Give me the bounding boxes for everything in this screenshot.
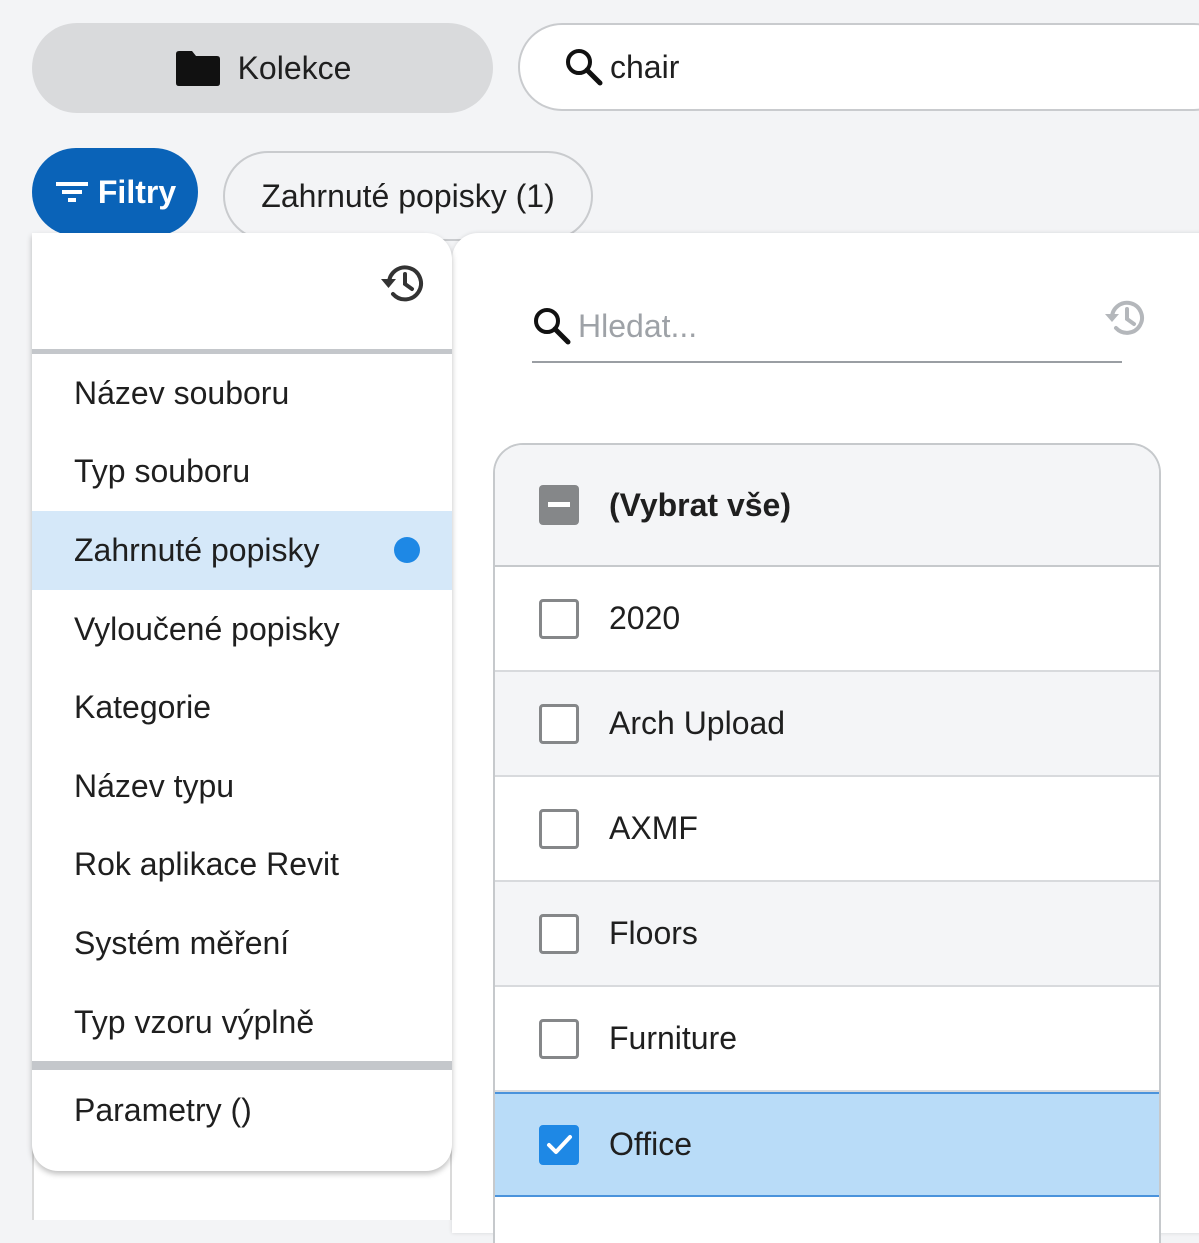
option-label: Arch Upload bbox=[609, 705, 786, 741]
collection-label: Kolekce bbox=[237, 49, 352, 86]
folder-icon bbox=[175, 51, 220, 86]
chip-label: Zahrnuté popisky (1) bbox=[261, 177, 555, 214]
category-label: Název typu bbox=[74, 767, 235, 804]
history-icon[interactable] bbox=[378, 259, 430, 307]
option-label: Furniture bbox=[609, 1020, 738, 1056]
filter-category-item[interactable]: Kategorie bbox=[32, 668, 452, 747]
category-label: Typ vzoru výplně bbox=[74, 1003, 315, 1040]
category-label: Rok aplikace Revit bbox=[74, 846, 339, 883]
active-indicator-dot bbox=[394, 537, 420, 564]
search-placeholder: Hledat... bbox=[578, 307, 698, 344]
select-all-row[interactable]: (Vybrat vše) bbox=[495, 445, 1159, 567]
list-item[interactable]: Arch Upload bbox=[495, 672, 1159, 777]
checkbox[interactable] bbox=[539, 598, 579, 639]
checkbox[interactable] bbox=[539, 703, 579, 744]
category-label: Zahrnuté popisky bbox=[74, 531, 320, 568]
panel-header bbox=[32, 233, 452, 354]
category-label: Vyloučené popisky bbox=[74, 610, 340, 647]
filter-values-panel: Hledat... (Vybrat vše) 2020 Arch Upload … bbox=[452, 233, 1199, 1243]
filter-category-item-active[interactable]: Zahrnuté popisky bbox=[32, 511, 452, 590]
search-value: chair bbox=[610, 48, 680, 85]
checkbox-checked[interactable] bbox=[539, 1124, 579, 1165]
indeterminate-checkbox[interactable] bbox=[539, 485, 579, 525]
option-label: Floors bbox=[609, 915, 698, 951]
list-item[interactable]: Furniture bbox=[495, 987, 1159, 1092]
main-search-input[interactable]: chair bbox=[518, 23, 1199, 111]
search-icon bbox=[534, 308, 571, 345]
history-icon[interactable] bbox=[1102, 295, 1150, 341]
filter-category-item[interactable]: Typ vzoru výplně bbox=[32, 983, 452, 1062]
filter-category-item[interactable]: Systém měření bbox=[32, 904, 452, 983]
filter-search-input[interactable]: Hledat... bbox=[532, 291, 1122, 363]
option-label: Office bbox=[609, 1126, 692, 1162]
list-item[interactable]: Floors bbox=[495, 882, 1159, 987]
list-item[interactable]: AXMF bbox=[495, 777, 1159, 882]
parameters-label: Parametry () bbox=[74, 1091, 252, 1128]
filter-category-item[interactable]: Rok aplikace Revit bbox=[32, 826, 452, 905]
divider bbox=[32, 1061, 452, 1071]
active-filter-chip[interactable]: Zahrnuté popisky (1) bbox=[223, 151, 593, 241]
option-label: AXMF bbox=[609, 810, 698, 846]
checkbox[interactable] bbox=[539, 1018, 579, 1059]
parameters-item[interactable]: Parametry () bbox=[32, 1070, 452, 1150]
filter-category-item[interactable]: Typ souboru bbox=[32, 433, 452, 512]
search-icon bbox=[566, 49, 603, 86]
option-label: 2020 bbox=[609, 600, 681, 636]
filters-button[interactable]: Filtry bbox=[32, 148, 198, 236]
checkbox[interactable] bbox=[539, 808, 579, 849]
options-list: (Vybrat vše) 2020 Arch Upload AXMF Floor… bbox=[493, 443, 1161, 1243]
filter-icon bbox=[55, 182, 88, 202]
collection-button[interactable]: Kolekce bbox=[32, 23, 493, 113]
category-label: Název souboru bbox=[74, 374, 290, 411]
category-label: Typ souboru bbox=[74, 453, 251, 490]
filter-category-item[interactable]: Název souboru bbox=[32, 354, 452, 433]
category-label: Kategorie bbox=[74, 689, 211, 726]
filter-categories-panel: Název souboru Typ souboru Zahrnuté popis… bbox=[32, 233, 452, 1171]
filters-label: Filtry bbox=[97, 173, 177, 210]
filter-category-item[interactable]: Název typu bbox=[32, 747, 452, 826]
list-item-selected[interactable]: Office bbox=[495, 1092, 1159, 1197]
list-item[interactable]: 2020 bbox=[495, 567, 1159, 672]
filter-category-item[interactable]: Vyloučené popisky bbox=[32, 590, 452, 669]
checkbox[interactable] bbox=[539, 913, 579, 954]
select-all-label: (Vybrat vše) bbox=[609, 486, 791, 523]
check-icon bbox=[547, 1134, 572, 1154]
category-label: Systém měření bbox=[74, 924, 290, 961]
